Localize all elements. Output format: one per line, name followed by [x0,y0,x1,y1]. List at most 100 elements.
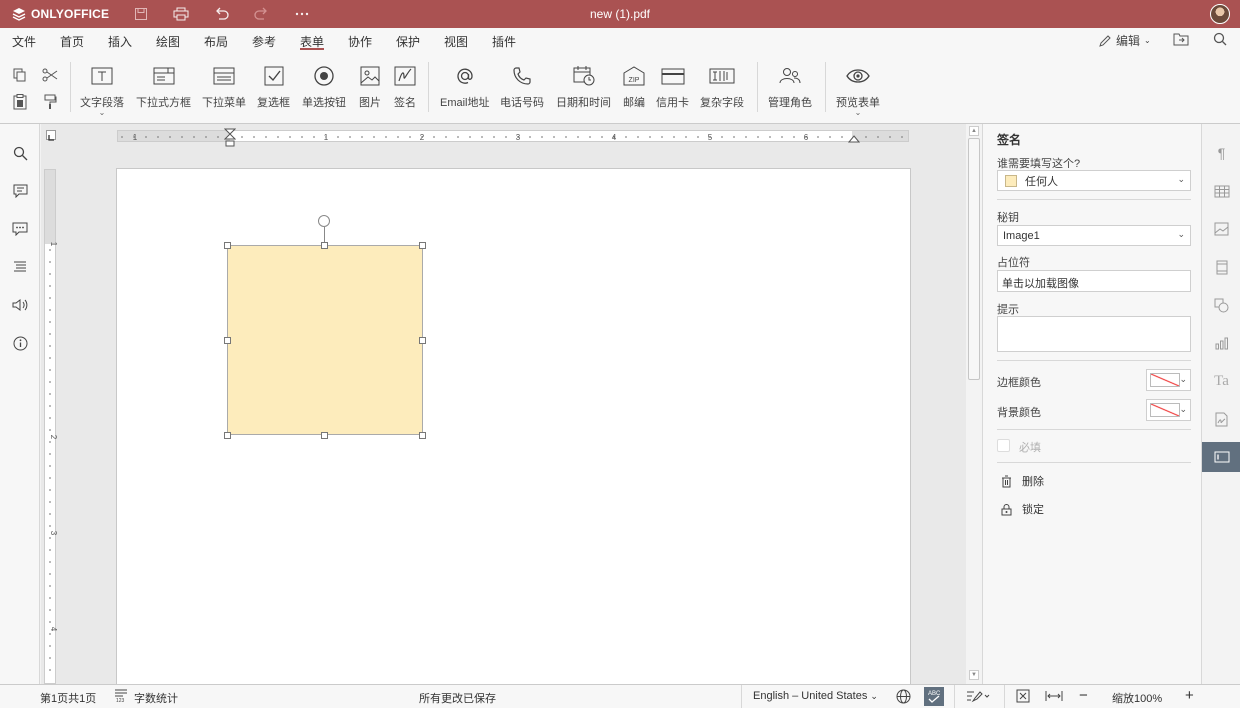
language-select[interactable]: English – United States ⌄ [753,690,878,702]
checkbox-button[interactable]: 复选框 [257,64,290,110]
key-select[interactable]: Image1 ⌄ [997,225,1191,246]
table-settings-icon[interactable] [1202,176,1240,206]
form-settings-icon[interactable] [1202,442,1240,472]
delete-button[interactable]: 删除 [1001,473,1044,489]
search-icon[interactable] [10,143,30,163]
dropdown-list-button[interactable]: 下拉菜单 [202,64,246,110]
credit-card-icon [660,64,686,88]
comment-icon[interactable] [10,181,30,201]
copy-icon[interactable] [10,65,30,85]
document-workarea[interactable]: 1 1 2 3 4 5 6 1 2 3 4 [41,124,966,684]
globe-icon[interactable] [896,689,911,707]
ruler-number: 1 [133,133,138,142]
fit-width-icon[interactable] [1045,689,1063,706]
paste-icon[interactable] [10,92,30,112]
tab-references[interactable]: 参考 [252,33,276,50]
preview-form-button[interactable]: 预览表单 ⌄ [836,64,880,117]
info-icon[interactable] [10,333,30,353]
radio-button-button[interactable]: 单选按钮 [302,64,346,110]
format-painter-icon[interactable] [40,92,60,112]
tab-view[interactable]: 视图 [444,33,468,50]
scroll-up-arrow[interactable]: ▲ [969,126,979,136]
text-art-settings-icon[interactable]: Ta [1202,366,1240,396]
placeholder-input[interactable]: 单击以加载图像 [997,270,1191,292]
cut-icon[interactable] [40,65,60,85]
header-footer-settings-icon[interactable] [1202,252,1240,282]
zoom-level[interactable]: 缩放100% [1112,690,1162,706]
zoom-out-button[interactable]: − [1079,687,1088,704]
open-location-button[interactable] [1173,32,1189,46]
tab-plugins[interactable]: 插件 [492,33,516,50]
background-color-picker[interactable]: ⌄ [1146,399,1191,421]
speaker-icon[interactable] [10,295,30,315]
fit-page-icon[interactable] [1016,689,1030,706]
email-field-button[interactable]: Email地址 [440,64,490,110]
tab-draw[interactable]: 绘图 [156,33,180,50]
resize-handle-ne[interactable] [419,242,426,249]
signature-settings-icon[interactable] [1202,404,1240,434]
text-field-button[interactable]: 文字段落 ⌄ [80,64,124,117]
status-divider [1004,685,1005,708]
border-color-label: 边框颜色 [997,377,1041,389]
complex-field-button[interactable]: 复杂字段 [700,64,744,110]
role-select[interactable]: 任何人 ⌄ [997,170,1191,191]
manage-roles-button[interactable]: 管理角色 [768,64,812,110]
horizontal-ruler[interactable]: 1 1 2 3 4 5 6 [117,128,909,147]
resize-handle-w[interactable] [224,337,231,344]
scroll-thumb[interactable] [968,138,980,380]
tab-home[interactable]: 首页 [60,33,84,50]
zip-code-field-button[interactable]: ZIP 邮编 [621,64,647,110]
resize-handle-nw[interactable] [224,242,231,249]
word-count-icon[interactable]: 123 [114,688,128,706]
page-info[interactable]: 第1页共1页 [40,690,96,706]
chart-settings-icon[interactable] [1202,328,1240,358]
rotate-handle[interactable] [318,215,330,227]
resize-handle-sw[interactable] [224,432,231,439]
date-time-field-button[interactable]: 日期和时间 [556,64,611,110]
border-color-picker[interactable]: ⌄ [1146,369,1191,391]
resize-handle-se[interactable] [419,432,426,439]
status-divider [954,685,955,708]
shape-settings-icon[interactable] [1202,290,1240,320]
image-field-button[interactable]: 图片 [357,64,383,110]
credit-card-field-button[interactable]: 信用卡 [656,64,689,110]
signature-field-button[interactable]: 签名 [392,64,418,110]
tab-forms[interactable]: 表单 [300,33,325,50]
search-button[interactable] [1213,32,1227,46]
save-status: 所有更改已保存 [419,693,496,705]
vertical-ruler[interactable]: 1 2 3 4 [44,169,57,684]
radio-button-icon [311,64,337,88]
tab-collaboration[interactable]: 协作 [348,33,372,50]
image-settings-icon[interactable] [1202,214,1240,244]
phone-field-button[interactable]: 电话号码 [500,64,544,110]
tab-stop-selector[interactable] [46,130,56,141]
edit-mode-button[interactable]: 编辑 ⌄ [1098,32,1151,49]
word-count-label[interactable]: 字数统计 [134,690,178,706]
resize-handle-e[interactable] [419,337,426,344]
required-checkbox[interactable] [997,439,1010,452]
track-changes-icon[interactable] [966,689,990,706]
signature-field[interactable] [227,245,423,435]
right-indent-marker[interactable] [848,135,860,145]
resize-handle-s[interactable] [321,432,328,439]
zoom-in-button[interactable]: + [1185,687,1194,704]
navigation-icon[interactable] [10,257,30,277]
spell-check-icon[interactable]: ABC [924,687,944,708]
lock-icon [1001,503,1012,515]
paragraph-settings-icon[interactable]: ¶ [1202,138,1240,168]
lock-button[interactable]: 锁定 [1001,501,1044,517]
resize-handle-n[interactable] [321,242,328,249]
user-avatar[interactable] [1210,4,1230,24]
indent-marker[interactable] [224,128,236,150]
tab-file[interactable]: 文件 [12,33,36,50]
chat-icon[interactable] [10,219,30,239]
tab-protection[interactable]: 保护 [396,33,420,50]
vertical-scrollbar[interactable]: ▲ ▼ [966,124,982,684]
tip-input[interactable] [997,316,1191,352]
tab-insert[interactable]: 插入 [108,33,132,50]
document-page[interactable] [116,168,911,684]
scroll-down-arrow[interactable]: ▼ [969,670,979,680]
at-icon [452,64,478,88]
tab-layout[interactable]: 布局 [204,33,228,50]
combo-box-button[interactable]: 下拉式方框 [136,64,191,110]
